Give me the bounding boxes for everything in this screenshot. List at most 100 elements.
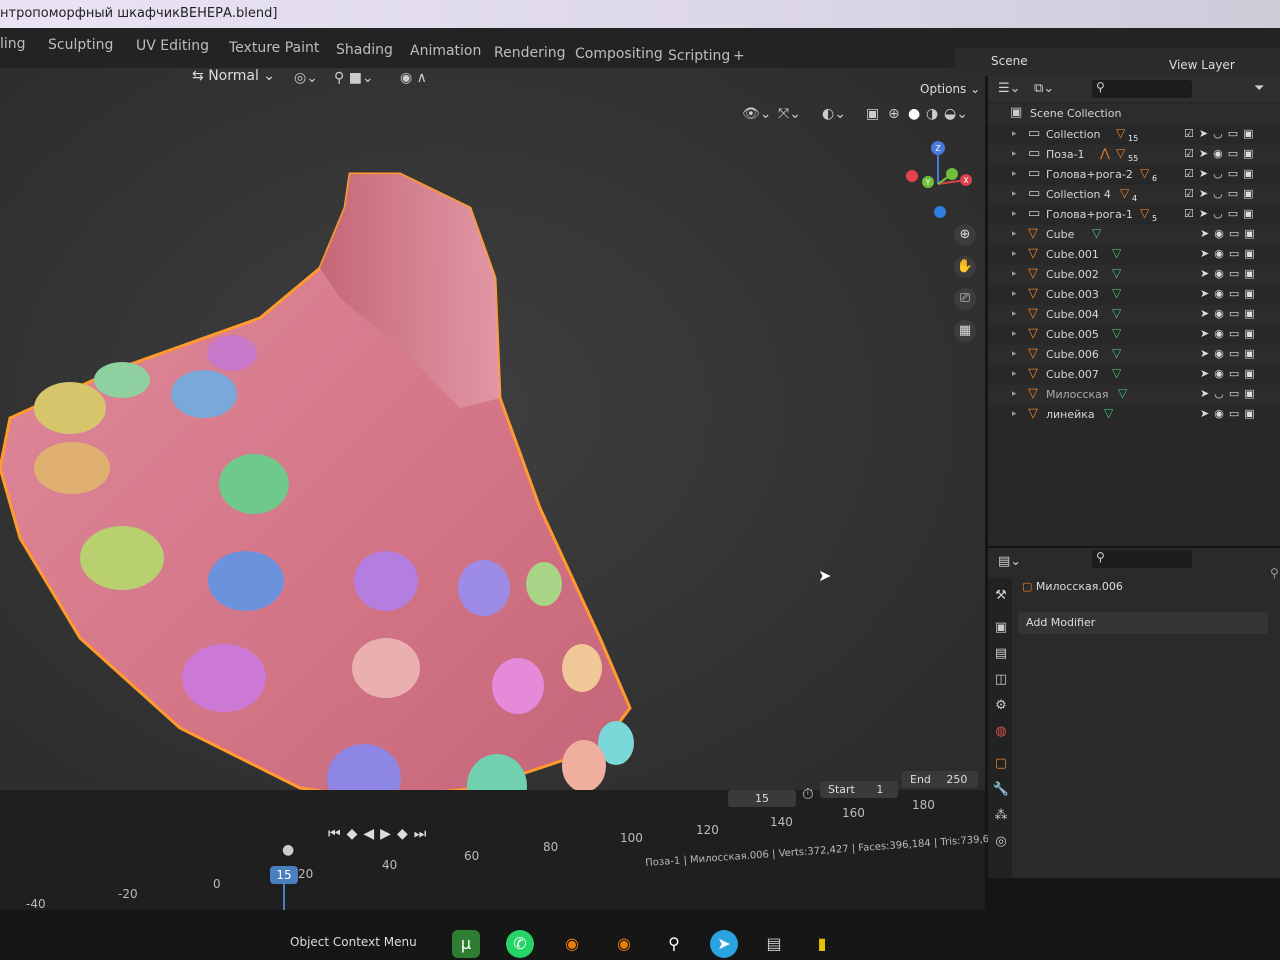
camera-icon[interactable]: ▣ [1243,207,1258,220]
render-tab-icon[interactable]: ▣ [992,620,1010,638]
outliner-item-cube-005[interactable]: ▸ ▽ Cube.005 ▽ ➤◉▭▣ [988,325,1280,345]
pin-icon[interactable]: ⚲ [1270,566,1279,580]
camera-icon[interactable]: ▣ [1243,187,1258,200]
eye-icon[interactable]: ◉ [1214,247,1229,260]
expand-caret[interactable]: ▸ [1012,369,1017,379]
monitor-icon[interactable]: ▭ [1229,287,1244,300]
select-arrow-icon[interactable]: ➤ [1200,287,1214,300]
select-arrow-icon[interactable]: ➤ [1199,127,1213,140]
select-arrow-icon[interactable]: ➤ [1199,147,1213,160]
outliner-item-cube-006[interactable]: ▸ ▽ Cube.006 ▽ ➤◉▭▣ [988,345,1280,365]
jump-start-icon[interactable]: ⏮ [328,826,347,842]
outliner-item-cube-007[interactable]: ▸ ▽ Cube.007 ▽ ➤◉▭▣ [988,365,1280,385]
checkbox-icon[interactable]: ☑ [1184,207,1199,220]
gizmo-y-axis[interactable] [946,168,958,180]
expand-caret[interactable]: ▸ [1012,269,1017,279]
display-mode-icon[interactable]: ⧉⌄ [1034,81,1054,96]
stopwatch-icon[interactable]: ⏱ [802,785,814,803]
camera-icon[interactable]: ▣ [1244,387,1259,400]
eye-icon[interactable]: ◡ [1213,207,1228,220]
expand-caret[interactable]: ▸ [1012,169,1017,179]
checkbox-icon[interactable]: ☑ [1184,147,1199,160]
expand-caret[interactable]: ▸ [1012,209,1017,219]
select-arrow-icon[interactable]: ➤ [1199,167,1213,180]
world-tab-icon[interactable]: ◍ [992,724,1010,742]
eye-icon[interactable]: ◉ [1214,407,1229,420]
expand-caret[interactable]: ▸ [1012,329,1017,339]
view-layer-selector[interactable]: View Layer [1169,58,1235,72]
add-modifier-button[interactable]: Add Modifier [1018,612,1268,634]
xray-toggle-icon[interactable]: ▣ [866,106,879,122]
expand-caret[interactable]: ▸ [1012,129,1017,139]
camera-icon[interactable]: ▣ [1244,287,1259,300]
outliner-item-golova-roga-2[interactable]: ▸ ▭ Голова+рога-2 ▽ 6 ☑➤◡▭▣ [988,165,1280,185]
monitor-icon[interactable]: ▭ [1228,187,1243,200]
proportional-edit-icon[interactable]: ◉ ∧ [400,70,427,86]
active-object-field[interactable]: ▢ Милосская.006 [1022,580,1123,593]
tab-rendering[interactable]: Rendering [494,45,566,61]
record-icon[interactable]: ● [282,842,294,858]
eye-icon[interactable]: ◉ [1214,327,1229,340]
monitor-icon[interactable]: ▭ [1229,347,1244,360]
camera-icon[interactable]: ▣ [1244,307,1259,320]
expand-caret[interactable]: ▸ [1012,309,1017,319]
outliner-item-poza-1[interactable]: ▸ ▭ Поза-1 ⋀ ▽ 55 ☑➤◉▭▣ [988,145,1280,165]
monitor-icon[interactable]: ▭ [1229,387,1244,400]
visibility-icon[interactable]: 👁⌄ [742,106,772,122]
end-frame-field[interactable]: End 250 [902,771,978,788]
monitor-icon[interactable]: ▭ [1229,227,1244,240]
monitor-icon[interactable]: ▭ [1228,207,1243,220]
tab-scripting[interactable]: Scripting [668,48,730,64]
camera-icon[interactable]: ▣ [1244,347,1259,360]
tab-compositing[interactable]: Compositing [575,46,663,62]
expand-caret[interactable]: ▸ [1012,189,1017,199]
physics-tab-icon[interactable]: ◎ [992,834,1010,852]
expand-caret[interactable]: ▸ [1012,349,1017,359]
eye-icon[interactable]: ◡ [1213,127,1228,140]
expand-caret[interactable]: ▸ [1012,409,1017,419]
monitor-icon[interactable]: ▭ [1229,407,1244,420]
solid-shading-icon[interactable]: ● [908,106,920,122]
camera-icon[interactable]: ▣ [1244,327,1259,340]
camera-view-icon[interactable]: ⎚ [954,288,976,310]
expand-caret[interactable]: ▸ [1012,249,1017,259]
tab-texture-paint[interactable]: Texture Paint [229,40,319,56]
checkbox-icon[interactable]: ☑ [1184,167,1199,180]
select-arrow-icon[interactable]: ➤ [1199,187,1213,200]
wireframe-shading-icon[interactable]: ⊕ [888,106,900,122]
3d-viewport[interactable]: ⇆ Normal ⌄ ◎⌄ ⚲ ■⌄ ◉ ∧ Options ⌄ 👁⌄ ⤧⌄ ◐… [0,68,985,828]
select-arrow-icon[interactable]: ➤ [1199,207,1213,220]
monitor-icon[interactable]: ▭ [1228,147,1243,160]
current-frame-field[interactable]: 15 [728,790,796,807]
material-shading-icon[interactable]: ◑ [926,106,938,122]
select-arrow-icon[interactable]: ➤ [1200,307,1214,320]
expand-caret[interactable]: ▸ [1012,229,1017,239]
monitor-icon[interactable]: ▭ [1229,367,1244,380]
scene-collection-row[interactable]: ▣ Scene Collection [988,104,1280,124]
eye-icon[interactable]: ◡ [1214,387,1229,400]
expand-caret[interactable]: ▸ [1012,289,1017,299]
select-arrow-icon[interactable]: ➤ [1200,247,1214,260]
camera-icon[interactable]: ▣ [1243,147,1258,160]
select-arrow-icon[interactable]: ➤ [1200,267,1214,280]
output-tab-icon[interactable]: ▤ [992,646,1010,664]
snap-icon[interactable]: ⚲ ■⌄ [334,70,374,86]
outliner-item-lineyka[interactable]: ▸ ▽ линейка ▽ ➤◉▭▣ [988,405,1280,425]
monitor-icon[interactable]: ▭ [1229,267,1244,280]
search-icon[interactable]: ⚲ [660,930,688,958]
next-keyframe-icon[interactable]: ◆ [397,826,414,842]
outliner-item-cube-004[interactable]: ▸ ▽ Cube.004 ▽ ➤◉▭▣ [988,305,1280,325]
eye-icon[interactable]: ◉ [1214,307,1229,320]
play-reverse-icon[interactable]: ◀ [363,826,380,842]
select-arrow-icon[interactable]: ➤ [1200,347,1214,360]
camera-icon[interactable]: ▣ [1243,167,1258,180]
camera-icon[interactable]: ▣ [1243,127,1258,140]
filter-icon[interactable]: ⏷ [1254,81,1264,96]
camera-icon[interactable]: ▣ [1244,407,1259,420]
pivot-point-icon[interactable]: ◎⌄ [294,70,318,86]
overlay-toggle-icon[interactable]: ◐⌄ [822,106,846,122]
monitor-icon[interactable]: ▭ [1229,327,1244,340]
monitor-icon[interactable]: ▭ [1228,167,1243,180]
eye-icon[interactable]: ◉ [1214,227,1229,240]
checkbox-icon[interactable]: ☑ [1184,187,1199,200]
